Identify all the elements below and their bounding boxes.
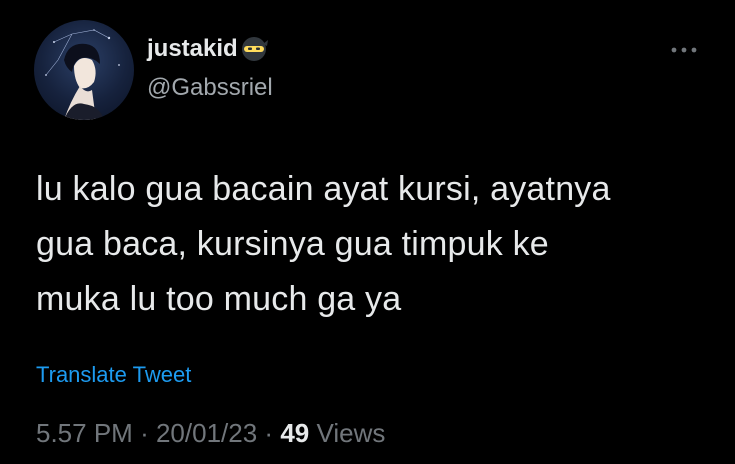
views-label: Views: [316, 418, 386, 448]
avatar[interactable]: [34, 20, 134, 120]
ninja-emoji-icon: [239, 34, 269, 64]
more-dots-icon: [671, 47, 697, 53]
meta-separator: ·: [264, 418, 274, 448]
translate-tweet-link[interactable]: Translate Tweet: [36, 360, 191, 390]
display-name-row[interactable]: justakid: [147, 33, 269, 65]
avatar-illustration: [45, 29, 120, 120]
more-options-button[interactable]: [664, 36, 704, 64]
tweet-date[interactable]: 20/01/23: [156, 418, 257, 448]
views-count[interactable]: 49: [280, 418, 309, 448]
tweet-meta: 5.57 PM · 20/01/23 · 49 Views: [36, 416, 385, 450]
user-handle[interactable]: @Gabssriel: [147, 73, 273, 103]
tweet-time[interactable]: 5.57 PM: [36, 418, 133, 448]
tweet: justakid @Gabssriel lu kalo gua bacain a…: [0, 0, 735, 464]
tweet-text: lu kalo gua bacain ayat kursi, ayatnya g…: [36, 170, 611, 318]
meta-separator: ·: [140, 418, 149, 448]
display-name[interactable]: justakid: [147, 34, 238, 64]
